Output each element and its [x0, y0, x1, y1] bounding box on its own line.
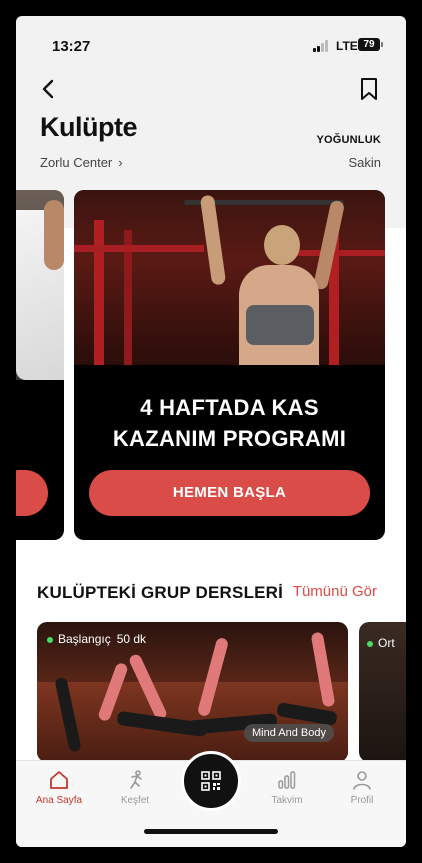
promo-card[interactable]: 4 HAFTADA KAS KAZANIM PROGRAMI HEMEN BAŞ… — [74, 190, 385, 540]
app-screen: 13:27 LTE 79 Kulüpte Zorlu Center › YOĞUN… — [16, 16, 406, 847]
qr-scan-button[interactable] — [181, 751, 241, 811]
home-icon — [50, 771, 68, 789]
class-card-next[interactable]: Ort — [359, 622, 406, 762]
tab-label: Keşfet — [120, 795, 150, 806]
class-level-text: Başlangıç — [58, 632, 111, 646]
person-icon — [353, 771, 371, 790]
page-title: Kulüpte — [40, 112, 138, 142]
class-level: Ort — [367, 636, 395, 650]
club-name: Zorlu Center — [40, 155, 113, 170]
back-button[interactable] — [38, 78, 60, 100]
promo-title-line: KAZANIM PROGRAMI — [112, 426, 347, 451]
status-bar: 13:27 LTE 79 — [16, 16, 406, 60]
level-dot-icon — [367, 640, 373, 647]
density-value: Sakin — [348, 155, 381, 170]
class-category-badge: Mind And Body — [244, 724, 334, 742]
level-dot-icon — [47, 636, 53, 643]
tab-label: Takvim — [271, 795, 303, 806]
chevron-right-icon: › — [118, 155, 123, 170]
promo-title-line: 4 HAFTADA KAS — [140, 395, 319, 420]
see-all-link[interactable]: Tümünü Gör — [293, 583, 377, 600]
promo-image-detail — [44, 200, 64, 270]
tab-home[interactable]: Ana Sayfa — [24, 769, 94, 806]
network-type: LTE — [336, 39, 358, 53]
tab-bar: Ana Sayfa Keşfet Takvim Profil — [16, 751, 406, 847]
home-indicator — [144, 829, 278, 834]
promo-peek-button[interactable] — [16, 470, 48, 516]
class-card[interactable]: Başlangıç 50 dk Mind And Body — [37, 622, 348, 762]
status-time: 13:27 — [52, 38, 91, 55]
start-now-button[interactable]: HEMEN BAŞLA — [89, 470, 370, 516]
tab-explore[interactable]: Keşfet — [100, 769, 170, 806]
battery-icon: 79 — [358, 38, 383, 51]
class-level-text: Ort — [378, 636, 395, 650]
chevron-left-icon — [42, 79, 54, 99]
promo-image — [74, 190, 385, 365]
tab-profile[interactable]: Profil — [327, 769, 397, 806]
tab-label: Ana Sayfa — [35, 795, 83, 806]
tab-calendar[interactable]: Takvim — [252, 769, 322, 806]
qr-code-icon — [201, 771, 221, 791]
signal-icon — [313, 40, 331, 52]
runner-icon — [130, 770, 142, 789]
bookmark-button[interactable] — [360, 77, 378, 101]
density-label: YOĞUNLUK — [316, 134, 381, 146]
bars-icon — [278, 771, 296, 789]
class-level: Başlangıç 50 dk — [47, 632, 146, 646]
promo-title: 4 HAFTADA KAS KAZANIM PROGRAMI — [74, 392, 385, 454]
tab-label: Profil — [350, 795, 374, 806]
class-duration: 50 dk — [116, 632, 147, 646]
promo-card-previous[interactable] — [16, 190, 64, 540]
club-selector[interactable]: Zorlu Center › — [40, 155, 123, 170]
bookmark-icon — [361, 78, 377, 100]
section-title: KULÜPTEKİ GRUP DERSLERİ — [37, 583, 284, 602]
